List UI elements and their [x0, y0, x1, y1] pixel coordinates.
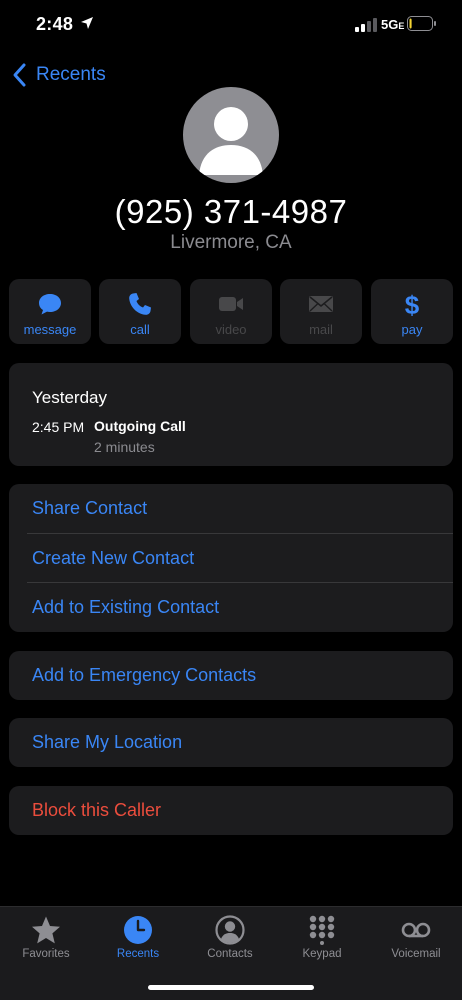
- tab-recents[interactable]: Recents: [92, 907, 184, 969]
- history-time: 2:45 PM: [32, 419, 85, 435]
- history-call-type: Outgoing Call: [94, 418, 186, 434]
- tab-contacts-label: Contacts: [207, 948, 253, 960]
- clock-icon: [124, 916, 152, 944]
- contact-options-card: Share Contact Create New Contact Add to …: [9, 484, 453, 632]
- video-camera-icon: [219, 297, 243, 311]
- add-to-emergency-contacts-button[interactable]: Add to Emergency Contacts: [9, 651, 453, 700]
- phone-icon: [129, 293, 151, 315]
- tab-voicemail-label: Voicemail: [391, 948, 441, 960]
- message-label: message: [23, 322, 77, 337]
- call-button[interactable]: call: [99, 279, 181, 344]
- back-button[interactable]: Recents: [12, 60, 106, 90]
- history-duration: 2 minutes: [94, 439, 155, 455]
- cellular-signal-icon: [355, 18, 377, 32]
- tab-voicemail[interactable]: Voicemail: [370, 907, 462, 969]
- keypad-icon: [309, 915, 335, 945]
- dollar-icon: $: [405, 291, 420, 317]
- history-day: Yesterday: [32, 388, 107, 407]
- add-to-existing-contact-button[interactable]: Add to Existing Contact: [9, 583, 453, 632]
- tab-keypad[interactable]: Keypad: [276, 907, 368, 969]
- network-type: 5G: [381, 17, 399, 32]
- star-icon: [32, 916, 60, 944]
- create-new-contact-button[interactable]: Create New Contact: [9, 534, 453, 583]
- message-button[interactable]: message: [9, 279, 91, 344]
- location-arrow-icon: [81, 17, 93, 29]
- battery-icon: [407, 16, 436, 31]
- voicemail-icon: [401, 922, 431, 938]
- envelope-icon: [309, 296, 333, 312]
- emergency-card: Add to Emergency Contacts: [9, 651, 453, 700]
- caller-location: Livermore, CA: [170, 232, 292, 253]
- tab-favorites[interactable]: Favorites: [0, 907, 92, 969]
- network-suffix: E: [398, 21, 405, 31]
- tab-keypad-label: Keypad: [302, 948, 342, 960]
- person-silhouette-icon: [199, 107, 263, 175]
- avatar: [183, 87, 279, 183]
- tab-contacts[interactable]: Contacts: [184, 907, 276, 969]
- tab-favorites-label: Favorites: [22, 948, 70, 960]
- mail-label: mail: [309, 322, 333, 337]
- pay-label: pay: [401, 322, 423, 337]
- back-label: Recents: [36, 64, 106, 85]
- share-contact-button[interactable]: Share Contact: [9, 484, 453, 533]
- call-label: call: [130, 322, 150, 337]
- mail-button[interactable]: mail: [280, 279, 362, 344]
- block-caller-button[interactable]: Block this Caller: [9, 786, 453, 835]
- video-button[interactable]: video: [190, 279, 272, 344]
- message-bubble-icon: [39, 294, 61, 315]
- call-history-card: Yesterday 2:45 PM Outgoing Call 2 minute…: [9, 363, 453, 466]
- status-bar: 2:48 5GE: [0, 0, 462, 50]
- svg-text:$: $: [405, 291, 420, 317]
- pay-button[interactable]: $ pay: [371, 279, 453, 344]
- share-location-card: Share My Location: [9, 718, 453, 767]
- block-caller-card: Block this Caller: [9, 786, 453, 835]
- home-indicator[interactable]: [148, 985, 314, 990]
- chevron-left-icon: [13, 63, 26, 87]
- tab-recents-label: Recents: [116, 948, 160, 960]
- status-time: 2:48: [36, 14, 74, 34]
- phone-number: (925) 371-4987: [114, 193, 348, 230]
- network-indicator: 5GE: [381, 17, 404, 32]
- video-label: video: [215, 322, 247, 337]
- share-my-location-button[interactable]: Share My Location: [9, 718, 453, 767]
- action-buttons: message call video mail $ pay: [9, 279, 453, 345]
- person-circle-icon: [215, 915, 245, 945]
